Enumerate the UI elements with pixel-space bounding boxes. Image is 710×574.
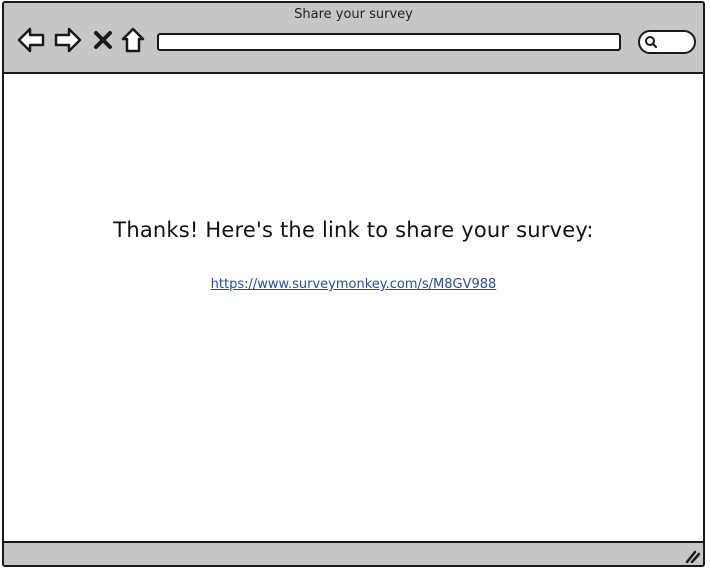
forward-arrow-icon [54, 27, 82, 53]
address-bar[interactable] [157, 33, 621, 54]
status-bar [4, 541, 703, 565]
share-link-container: https://www.surveymonkey.com/s/M8GV988 [4, 277, 703, 292]
home-button[interactable] [118, 25, 148, 55]
address-input[interactable] [159, 39, 619, 54]
close-x-icon [94, 31, 112, 49]
survey-share-link[interactable]: https://www.surveymonkey.com/s/M8GV988 [211, 277, 497, 292]
stop-button[interactable] [88, 25, 118, 55]
window-title: Share your survey [294, 7, 413, 22]
forward-button[interactable] [53, 25, 83, 55]
search-icon [645, 36, 658, 49]
browser-toolbar: Share your survey [4, 3, 703, 74]
browser-window: Share your survey Thanks! Here's the lin… [2, 1, 705, 567]
resize-grip-icon[interactable] [684, 549, 700, 563]
search-box[interactable] [638, 30, 696, 54]
home-icon [121, 27, 145, 53]
back-arrow-icon [17, 27, 45, 53]
page-content: Thanks! Here's the link to share your su… [4, 74, 703, 543]
thanks-message: Thanks! Here's the link to share your su… [113, 218, 594, 242]
back-button[interactable] [16, 25, 46, 55]
